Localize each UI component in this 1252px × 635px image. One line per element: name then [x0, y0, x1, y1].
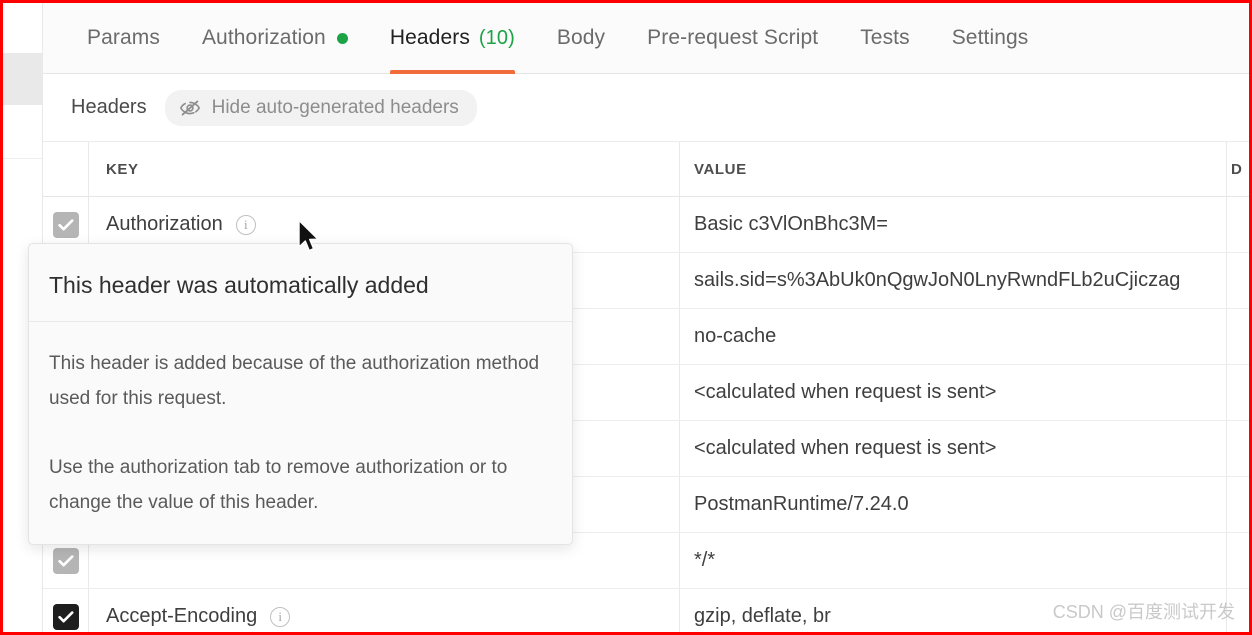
row-description-cell[interactable]: [1227, 309, 1249, 364]
info-icon[interactable]: i: [270, 606, 291, 627]
auto-generated-header-tooltip: This header was automatically added This…: [28, 243, 573, 545]
row-value-text: PostmanRuntime/7.24.0: [694, 493, 909, 515]
tab-authorization-label: Authorization: [201, 26, 326, 49]
tab-headers[interactable]: Headers (10): [369, 3, 536, 74]
row-checkbox-cell: [43, 589, 89, 632]
tooltip-paragraph-1: This header is added because of the auth…: [49, 353, 540, 409]
tab-params-label: Params: [87, 26, 160, 49]
request-tab-bar: Params Authorization Headers (10) Body P…: [43, 3, 1249, 74]
tab-params[interactable]: Params: [66, 3, 181, 74]
tab-pre-request-script-label: Pre-request Script: [647, 26, 819, 49]
row-key-text: Authorization: [106, 213, 223, 235]
row-description-cell[interactable]: [1227, 421, 1249, 476]
row-value-cell[interactable]: */*: [680, 533, 1227, 588]
header-cell-checkbox: [43, 142, 89, 196]
row-value-text: */*: [694, 549, 716, 571]
header-cell-description: D: [1227, 142, 1249, 196]
table-header-row: KEY VALUE D: [43, 142, 1249, 197]
row-value-text: Basic c3VlOnBhc3M=: [694, 213, 888, 235]
hide-auto-generated-headers-button[interactable]: Hide auto-generated headers: [164, 89, 477, 126]
headers-section-title: Headers: [71, 96, 147, 118]
watermark: CSDN @百度测试开发: [1052, 602, 1235, 622]
tooltip-title: This header was automatically added: [29, 272, 572, 322]
hide-auto-generated-headers-label: Hide auto-generated headers: [211, 96, 459, 118]
tab-body-label: Body: [556, 26, 606, 49]
auth-status-dot-icon: [336, 32, 348, 44]
headers-subbar: Headers Hide auto-generated headers: [43, 74, 1249, 142]
column-header-value: VALUE: [694, 160, 747, 178]
row-enable-checkbox[interactable]: [52, 547, 79, 574]
tooltip-body: This header is added because of the auth…: [29, 322, 572, 520]
row-value-cell[interactable]: <calculated when request is sent>: [680, 365, 1227, 420]
tab-headers-count: (10): [478, 26, 515, 49]
row-description-cell[interactable]: [1227, 365, 1249, 420]
header-cell-value: VALUE: [680, 142, 1227, 196]
tab-settings-label: Settings: [951, 26, 1029, 49]
active-tab-underline: [389, 69, 515, 74]
tab-tests-label: Tests: [860, 26, 910, 49]
row-value-text: no-cache: [694, 325, 777, 347]
rail-divider: [3, 158, 43, 159]
row-value-cell[interactable]: no-cache: [680, 309, 1227, 364]
row-value-text: sails.sid=s%3AbUk0nQgwJoN0LnyRwndFLb2uCj…: [694, 269, 1181, 291]
tab-pre-request-script[interactable]: Pre-request Script: [626, 3, 839, 74]
tooltip-paragraph-2: Use the authorization tab to remove auth…: [49, 457, 508, 513]
row-value-cell[interactable]: <calculated when request is sent>: [680, 421, 1227, 476]
column-header-key: KEY: [106, 160, 139, 178]
row-value-cell[interactable]: PostmanRuntime/7.24.0: [680, 477, 1227, 532]
row-value-cell[interactable]: Basic c3VlOnBhc3M=: [680, 197, 1227, 252]
tab-tests[interactable]: Tests: [839, 3, 931, 74]
tab-authorization[interactable]: Authorization: [181, 3, 369, 74]
column-header-description: D: [1231, 160, 1243, 178]
app-window: Params Authorization Headers (10) Body P…: [0, 0, 1252, 635]
info-icon[interactable]: i: [235, 214, 256, 235]
row-value-text: gzip, deflate, br: [694, 605, 831, 627]
row-description-cell[interactable]: [1227, 197, 1249, 252]
tab-headers-label: Headers: [389, 26, 470, 49]
row-description-cell[interactable]: [1227, 477, 1249, 532]
header-cell-key: KEY: [89, 142, 680, 196]
row-description-cell[interactable]: [1227, 253, 1249, 308]
eye-slash-icon: [179, 99, 201, 116]
tab-settings[interactable]: Settings: [931, 3, 1050, 74]
row-enable-checkbox[interactable]: [52, 603, 79, 630]
row-key-text: Accept-Encoding: [106, 605, 258, 627]
tab-body[interactable]: Body: [536, 3, 626, 74]
row-value-text: <calculated when request is sent>: [694, 437, 997, 459]
row-value-cell[interactable]: sails.sid=s%3AbUk0nQgwJoN0LnyRwndFLb2uCj…: [680, 253, 1227, 308]
row-description-cell[interactable]: [1227, 533, 1249, 588]
row-key-cell[interactable]: Accept-Encoding i: [89, 589, 680, 632]
row-enable-checkbox[interactable]: [52, 211, 79, 238]
row-value-text: <calculated when request is sent>: [694, 381, 997, 403]
rail-active-item[interactable]: [3, 53, 43, 105]
